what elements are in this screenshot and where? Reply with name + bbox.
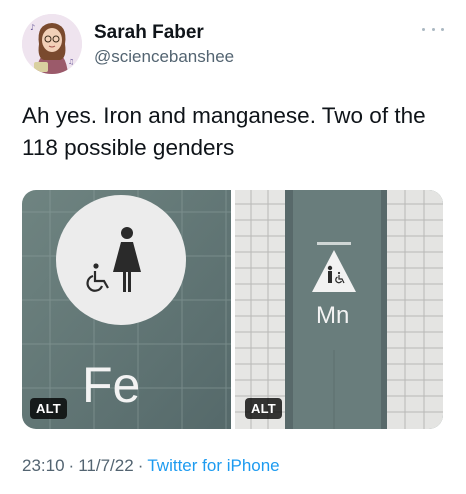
- footer-separator: ·: [68, 456, 75, 475]
- footer-separator: ·: [137, 456, 144, 475]
- author-name[interactable]: Sarah Faber: [94, 22, 204, 44]
- more-dot: [431, 27, 435, 31]
- more-dot: [422, 27, 425, 31]
- svg-text:♫: ♫: [68, 58, 74, 66]
- tweet-footer: 23:10 · 11/7/22 · Twitter for iPhone: [22, 456, 280, 476]
- avatar[interactable]: ♪ ♫: [22, 14, 82, 74]
- mn-sign-photo: Mn: [235, 190, 443, 429]
- tweet: ♪ ♫ Sarah Faber @sciencebanshee Ah yes. …: [0, 0, 466, 494]
- man-icon: [327, 265, 333, 283]
- media-grid: Fe ALT Mn ALT: [22, 190, 443, 429]
- tweet-time[interactable]: 23:10: [22, 456, 65, 475]
- alt-badge[interactable]: ALT: [30, 398, 67, 419]
- alt-badge[interactable]: ALT: [245, 398, 282, 419]
- photo-fe[interactable]: Fe ALT: [22, 190, 231, 429]
- tweet-source-link[interactable]: Twitter for iPhone: [147, 456, 279, 475]
- fe-sign-photo: Fe: [22, 190, 231, 429]
- avatar-illustration: ♪ ♫: [22, 14, 82, 74]
- author-handle[interactable]: @sciencebanshee: [94, 47, 234, 67]
- more-icon[interactable]: [422, 22, 444, 36]
- tweet-date[interactable]: 11/7/22: [78, 456, 133, 475]
- tweet-text: Ah yes. Iron and manganese. Two of the 1…: [22, 103, 426, 160]
- fe-sign-text: Fe: [82, 357, 140, 413]
- mn-sign-text: Mn: [316, 302, 349, 329]
- svg-text:♪: ♪: [30, 23, 35, 32]
- photo-mn[interactable]: Mn ALT: [235, 190, 443, 429]
- more-dot: [441, 27, 444, 31]
